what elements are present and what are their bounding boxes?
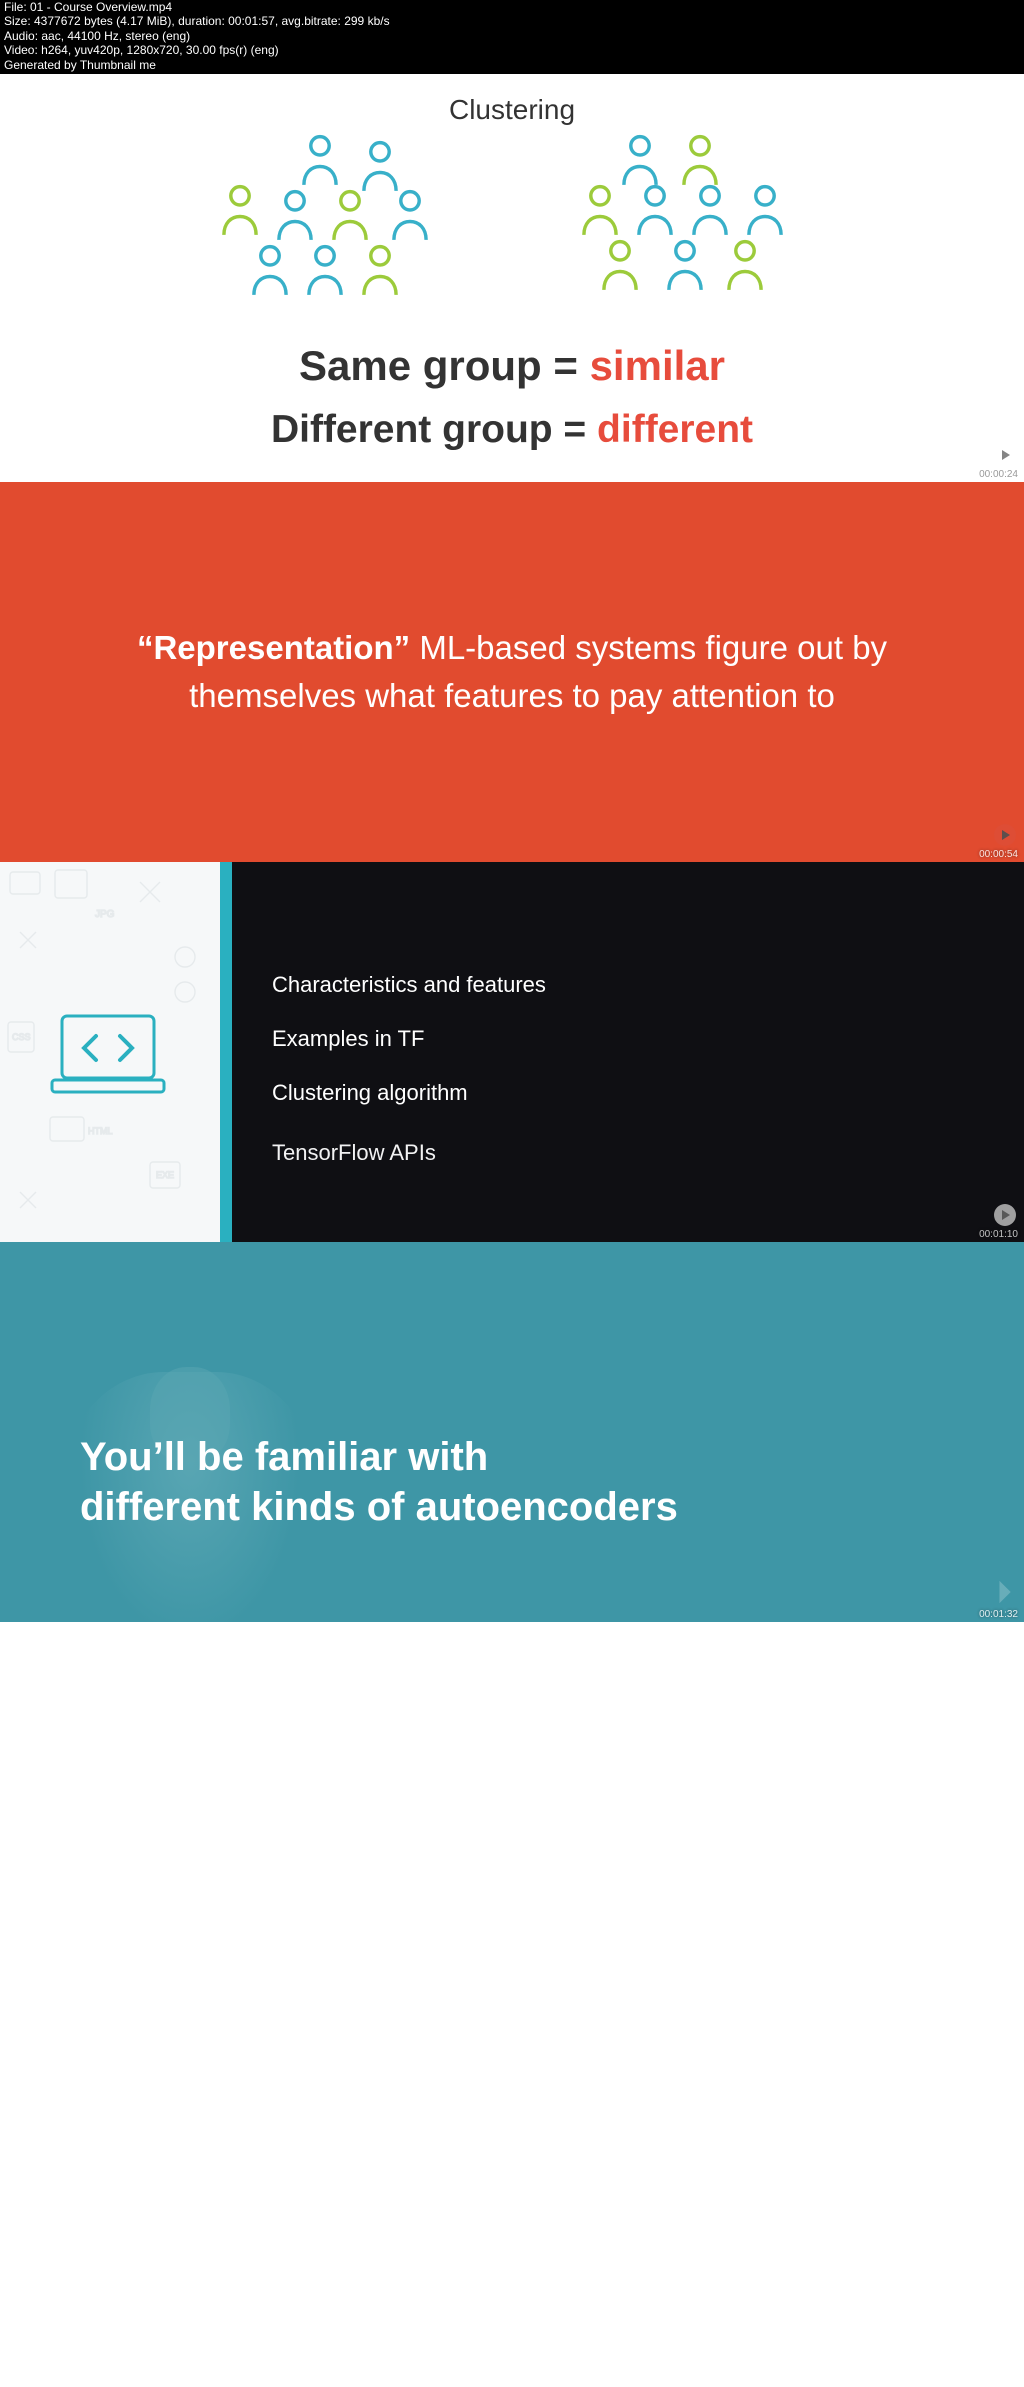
meta-size: Size: 4377672 bytes (4.17 MiB), duration… <box>4 14 1020 28</box>
person-icon <box>387 187 433 242</box>
person-icon <box>742 182 788 237</box>
person-icon <box>272 187 318 242</box>
text-part: Different group = <box>271 408 597 451</box>
laptop-code-icon <box>48 1012 168 1097</box>
meta-file: File: 01 - Course Overview.mp4 <box>4 0 1020 14</box>
person-icon <box>677 132 723 187</box>
person-icon <box>577 182 623 237</box>
svg-text:HTML: HTML <box>88 1126 113 1136</box>
text-part: Same group = <box>299 342 590 389</box>
person-icon <box>357 242 403 297</box>
timestamp-overlay: 00:00:24 <box>979 469 1018 480</box>
list-item: Characteristics and features <box>272 972 1024 998</box>
bullet-list: Characteristics and features Examples in… <box>232 862 1024 1242</box>
play-overlay-icon <box>994 824 1016 846</box>
person-icon <box>662 237 708 292</box>
person-icon <box>597 237 643 292</box>
person-icon <box>357 138 403 193</box>
thumbnail-frame-4: You’ll be familiar with different kinds … <box>0 1242 1024 1622</box>
svg-text:JPG: JPG <box>95 909 115 920</box>
person-icon <box>217 182 263 237</box>
play-overlay-icon <box>994 444 1016 466</box>
text-bold: “Representation” <box>137 629 410 666</box>
slide-text: “Representation” ML-based systems figure… <box>132 624 892 720</box>
line-diff-group: Different group = different <box>0 408 1024 452</box>
text-line: You’ll be familiar with <box>80 1432 678 1482</box>
thumbnail-frame-1: Clustering <box>0 74 1024 482</box>
text-line: different kinds of autoencoders <box>80 1482 678 1532</box>
play-overlay-icon <box>994 1204 1016 1226</box>
text-accent: similar <box>590 342 725 389</box>
person-icon <box>687 182 733 237</box>
slide-text: Same group = similar Different group = d… <box>0 342 1024 452</box>
list-item: Clustering algorithm <box>272 1080 1024 1106</box>
slide-text: You’ll be familiar with different kinds … <box>80 1432 678 1532</box>
svg-text:EXE: EXE <box>156 1170 174 1180</box>
meta-video: Video: h264, yuv420p, 1280x720, 30.00 fp… <box>4 43 1020 57</box>
left-icon-panel: JPG CSS HTML EXE <box>0 862 220 1242</box>
video-metadata-header: File: 01 - Course Overview.mp4 Size: 437… <box>0 0 1024 74</box>
person-icon <box>302 242 348 297</box>
list-item: Examples in TF <box>272 1026 1024 1052</box>
cluster-left <box>217 132 447 312</box>
timestamp-overlay: 00:00:54 <box>979 849 1018 860</box>
meta-audio: Audio: aac, 44100 Hz, stereo (eng) <box>4 29 1020 43</box>
timestamp-overlay: 00:01:32 <box>979 1609 1018 1620</box>
svg-text:CSS: CSS <box>12 1032 31 1042</box>
timestamp-overlay: 00:01:10 <box>979 1229 1018 1240</box>
person-icon <box>722 237 768 292</box>
list-item: TensorFlow APIs <box>272 1140 1024 1166</box>
person-icon <box>327 187 373 242</box>
teal-accent-bar <box>220 862 232 1242</box>
person-icon <box>247 242 293 297</box>
text-accent: different <box>597 408 753 451</box>
cluster-illustration <box>0 132 1024 312</box>
meta-gen: Generated by Thumbnail me <box>4 58 1020 72</box>
line-same-group: Same group = similar <box>0 342 1024 390</box>
thumbnail-frame-3: JPG CSS HTML EXE Characteristics and fea… <box>0 862 1024 1242</box>
thumbnail-frame-2: “Representation” ML-based systems figure… <box>0 482 1024 862</box>
slide-title: Clustering <box>0 94 1024 126</box>
person-icon <box>297 132 343 187</box>
person-icon <box>632 182 678 237</box>
person-icon <box>617 132 663 187</box>
brand-watermark: ⏵ <box>997 1577 1010 1610</box>
cluster-right <box>577 132 807 312</box>
